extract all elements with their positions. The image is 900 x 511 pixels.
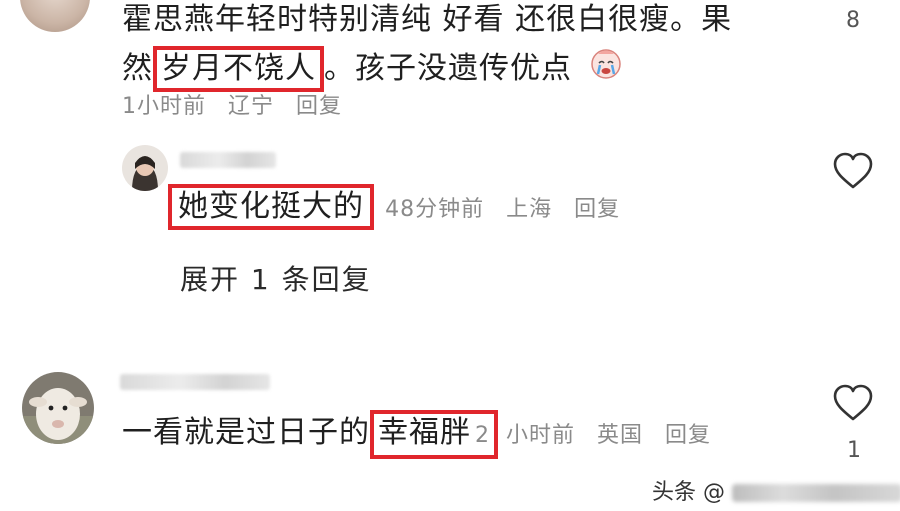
comment-text: 霍思燕年轻时特别清纯 好看 还很白很瘦。果 然岁月不饶人 。孩子没遗传优点 — [122, 0, 842, 93]
user-avatar[interactable] — [20, 0, 90, 32]
reply-time: 48分钟前 — [385, 197, 485, 222]
reply-location: 上海 — [506, 197, 553, 222]
watermark-label: 头条 — [652, 480, 697, 505]
reply-button[interactable]: 回复 — [665, 423, 711, 448]
like-heart-icon[interactable] — [832, 152, 874, 190]
comment-time-digit: 2 — [475, 423, 490, 448]
reply-content: 她变化挺大的 48分钟前 上海 回复 — [168, 184, 634, 230]
reply-button[interactable]: 回复 — [574, 197, 620, 222]
reply-meta: 48分钟前 上海 回复 — [385, 197, 634, 222]
comment-location: 英国 — [597, 423, 644, 448]
reply-avatar[interactable] — [122, 145, 168, 191]
like-count: 1 — [847, 438, 861, 463]
comment-line-2: 然岁月不饶人 。孩子没遗传优点 — [122, 46, 842, 93]
like-heart-icon[interactable] — [832, 384, 874, 422]
highlighted-text: 岁月不饶人 — [161, 51, 316, 86]
comment-time: 小时前 — [506, 423, 576, 448]
comment-meta: 1小时前 辽宁 回复 — [122, 88, 356, 120]
comment-line-1: 霍思燕年轻时特别清纯 好看 还很白很瘦。果 — [122, 2, 733, 37]
highlight-box: 幸福胖 2 — [370, 410, 498, 459]
reply-username — [180, 152, 276, 168]
watermark: 头条 @ — [652, 474, 900, 506]
comment-text-prefix: 一看就是过日子的 — [122, 415, 370, 450]
comment-meta: 小时前 英国 回复 — [498, 423, 725, 448]
watermark-author — [732, 484, 900, 502]
highlight-box: 岁月不饶人 — [153, 46, 324, 92]
expand-replies-button[interactable]: 展开 1 条回复 — [180, 258, 372, 298]
highlighted-text: 幸福胖 — [378, 415, 471, 450]
highlight-box: 她变化挺大的 — [168, 184, 374, 230]
comment-content: 一看就是过日子的 幸福胖 2 小时前 英国 回复 — [122, 410, 725, 459]
watermark-at: @ — [703, 480, 726, 505]
comment-text-suffix: 。孩子没遗传优点 — [324, 51, 572, 86]
comment-location: 辽宁 — [228, 94, 275, 119]
comment-time: 1小时前 — [122, 94, 206, 119]
sheep-avatar[interactable] — [22, 372, 94, 444]
crying-face-emoji-icon — [589, 46, 623, 93]
like-count: 8 — [846, 8, 860, 33]
comment-username — [120, 374, 270, 390]
reply-button[interactable]: 回复 — [296, 94, 342, 119]
highlighted-text: 她变化挺大的 — [178, 189, 364, 224]
comment-text-prefix: 然 — [122, 51, 153, 86]
